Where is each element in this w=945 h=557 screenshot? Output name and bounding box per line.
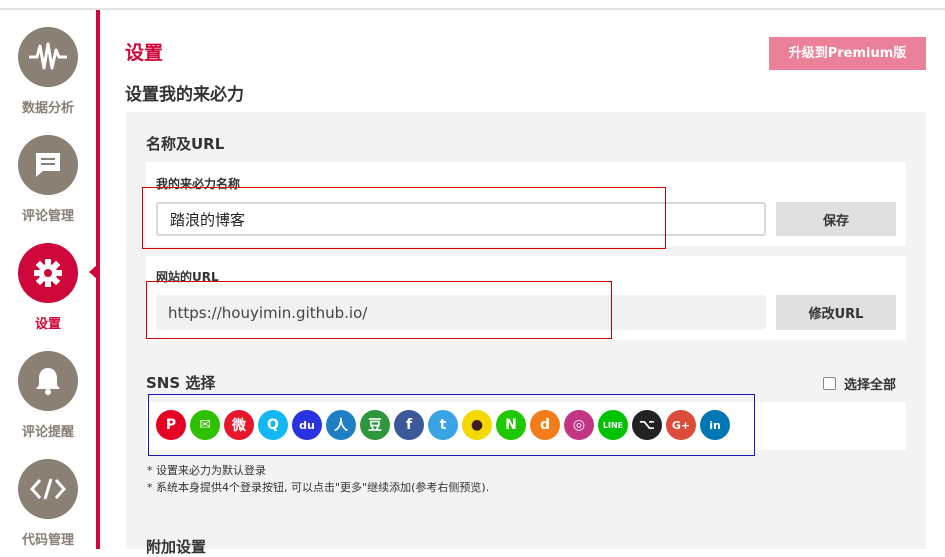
section-title-name-url: 名称及URL — [146, 135, 225, 153]
note-default-login: * 设置来必力为默认登录 — [147, 464, 266, 477]
page-title: 设置 — [125, 42, 164, 64]
select-all-checkbox[interactable]: 选择全部 — [823, 374, 896, 393]
highlight-box-name — [142, 187, 666, 249]
sidebar-divider — [96, 10, 100, 549]
bell-icon — [18, 351, 78, 411]
highlight-box-url — [146, 281, 612, 339]
gear-icon — [18, 243, 78, 303]
comment-icon — [18, 135, 78, 195]
sidebar-item-label: 评论管理 — [21, 209, 74, 224]
page-subtitle: 设置我的来必力 — [125, 85, 244, 105]
highlight-box-sns — [148, 394, 755, 456]
save-button[interactable]: 保存 — [776, 202, 896, 236]
sidebar-item-label: 设置 — [34, 317, 61, 332]
sidebar-item-analytics[interactable]: 数据分析 — [0, 27, 96, 116]
sidebar-item-notifications[interactable]: 评论提醒 — [0, 351, 96, 440]
analytics-waveform-icon — [18, 27, 78, 87]
top-divider — [0, 8, 945, 10]
section-title-extra: 附加设置 — [146, 538, 207, 556]
upgrade-premium-button[interactable]: 升级到Premium版 — [769, 37, 926, 70]
sidebar-item-comments[interactable]: 评论管理 — [0, 135, 96, 224]
modify-url-button[interactable]: 修改URL — [776, 295, 896, 330]
sidebar-item-label: 代码管理 — [21, 533, 74, 548]
sidebar-item-label: 评论提醒 — [21, 425, 74, 440]
select-all-label: 选择全部 — [844, 378, 897, 393]
note-login-buttons: * 系统本身提供4个登录按钮, 可以点击"更多"继续添加(参考右侧预览). — [147, 481, 490, 494]
active-indicator-arrow — [89, 265, 97, 279]
section-title-sns: SNS 选择 — [146, 374, 216, 392]
checkbox-icon[interactable] — [823, 377, 836, 390]
code-icon — [18, 459, 78, 519]
sidebar-item-label: 数据分析 — [21, 101, 74, 116]
sidebar-item-settings[interactable]: 设置 — [0, 243, 96, 332]
sidebar: 数据分析 评论管理 设置 评论提醒 代码管理 — [0, 10, 96, 549]
sidebar-item-code[interactable]: 代码管理 — [0, 459, 96, 548]
